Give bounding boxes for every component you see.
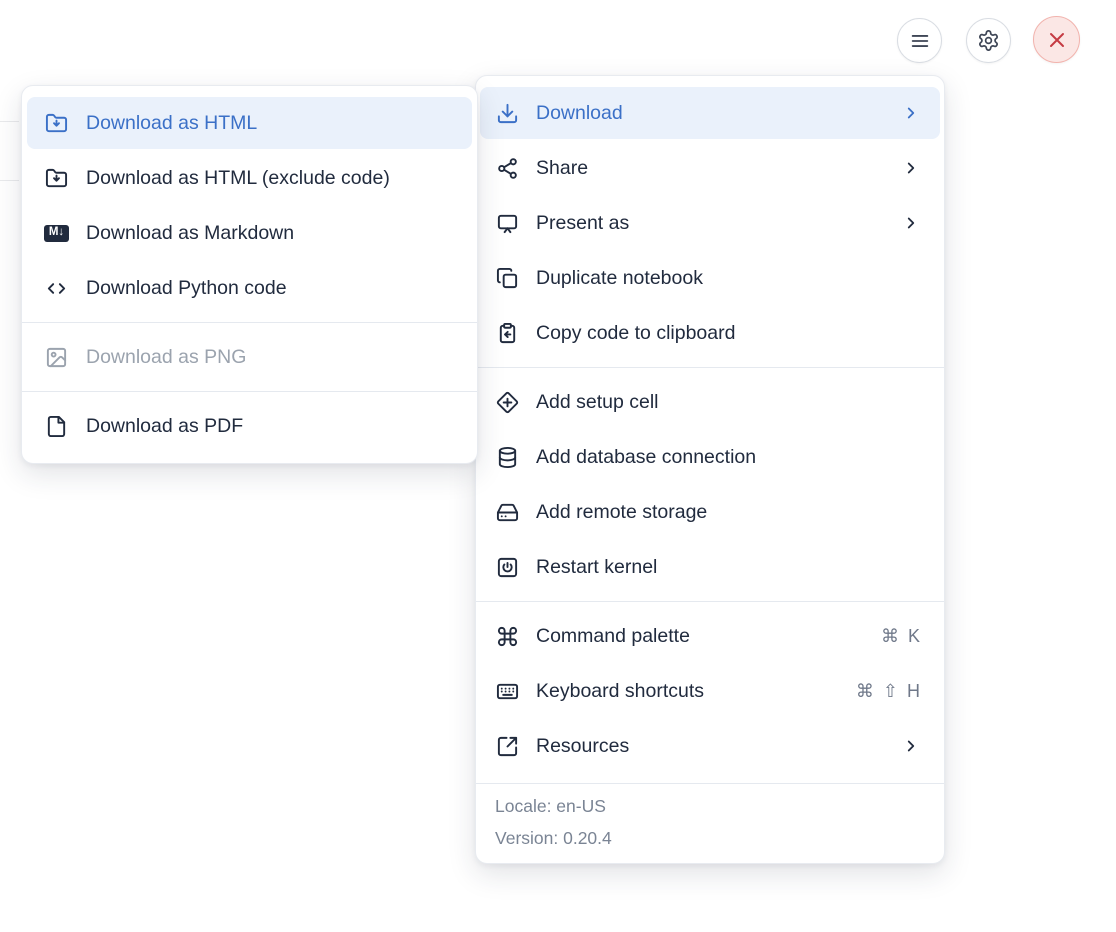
menu-item-label: Copy code to clipboard [536,322,920,345]
menu-item-label: Download as Markdown [86,222,454,245]
close-button[interactable] [1033,16,1080,63]
chevron-right-icon [902,214,920,232]
copy-icon [496,267,519,290]
chevron-right-icon [902,104,920,122]
clipboard-copy-icon [496,322,519,345]
menu-item-label: Download as HTML [86,112,454,135]
menu-item-keyboard-shortcuts[interactable]: Keyboard shortcuts ⌘ ⇧ H [480,665,940,717]
shortcut-key: ⌘ [881,626,899,647]
file-icon [45,415,68,438]
database-icon [496,446,519,469]
menu-item-download-as-png: Download as PNG [27,331,472,383]
settings-button[interactable] [966,18,1011,63]
menu-item-download-python-code[interactable]: Download Python code [27,262,472,314]
hard-drive-icon [496,501,519,524]
page: { "colors": { "accent": "#3B70C7", "acce… [0,0,1116,932]
menu-item-download-as-pdf[interactable]: Download as PDF [27,400,472,452]
menu-item-share[interactable]: Share [480,142,940,194]
version-text: Version: 0.20.4 [495,828,925,849]
code-icon [45,277,68,300]
menu-item-label: Download as HTML (exclude code) [86,167,454,190]
markdown-badge-icon: M↓ [45,222,68,245]
menu-item-label: Restart kernel [536,556,920,579]
menu-item-label: Download as PDF [86,415,454,438]
menu-item-command-palette[interactable]: Command palette⌘K [480,610,940,662]
menu-item-label: Present as [536,212,885,235]
menu-item-label: Download as PNG [86,346,454,369]
menu-separator [22,391,477,392]
keyboard-icon [496,680,519,703]
image-icon [45,346,68,369]
menu-item-label: Add setup cell [536,391,920,414]
menu-item-label: Add remote storage [536,501,920,524]
square-power-icon [496,556,519,579]
x-icon [1045,28,1069,52]
shortcut-key: ⇧ [883,681,898,702]
command-icon [496,625,519,648]
menu-item-add-database-connection[interactable]: Add database connection [480,431,940,483]
menu-item-label: Download Python code [86,277,454,300]
menu-button[interactable] [897,18,942,63]
hamburger-icon [909,30,931,52]
menu-footer: Locale: en-US Version: 0.20.4 [476,783,944,863]
menu-separator [476,367,944,368]
menu-item-resources[interactable]: Resources [480,720,940,772]
menu-item-add-setup-cell[interactable]: Add setup cell [480,376,940,428]
folder-down-icon [45,167,68,190]
locale-text: Locale: en-US [495,796,925,817]
chevron-right-icon [902,159,920,177]
menu-item-duplicate-notebook[interactable]: Duplicate notebook [480,252,940,304]
shortcut-keys: ⌘K [881,626,920,647]
menu-item-label: Command palette [536,625,864,648]
menu-item-copy-code-to-clipboard[interactable]: Copy code to clipboard [480,307,940,359]
shortcut-key: K [908,626,920,647]
share-icon [496,157,519,180]
shortcut-key: H [907,681,920,702]
diamond-plus-icon [496,391,519,414]
chevron-right-icon [902,737,920,755]
menu-item-label: Add database connection [536,446,920,469]
menu-item-download-as-html[interactable]: Download as HTML [27,97,472,149]
menu-item-present-as[interactable]: Present as [480,197,940,249]
download-submenu: Download as HTML Download as HTML (exclud… [21,85,478,464]
underlying-divider [0,180,19,181]
download-icon [496,102,519,125]
folder-down-icon [45,112,68,135]
external-link-icon [496,735,519,758]
main-menu-items: Download Share Present as Duplicate noteboo… [476,76,944,783]
menu-item-label: Duplicate notebook [536,267,920,290]
menu-item-label: Resources [536,735,885,758]
gear-icon [977,29,1000,52]
menu-item-restart-kernel[interactable]: Restart kernel [480,541,940,593]
presentation-icon [496,212,519,235]
menu-separator [22,322,477,323]
shortcut-keys: ⌘ ⇧ H [856,681,920,702]
main-menu: Download Share Present as Duplicate noteboo… [475,75,945,864]
menu-item-label: Download [536,102,885,125]
menu-item-label: Keyboard shortcuts [536,680,839,703]
menu-item-add-remote-storage[interactable]: Add remote storage [480,486,940,538]
menu-item-download[interactable]: Download [480,87,940,139]
menu-separator [476,601,944,602]
shortcut-key: ⌘ [856,681,874,702]
underlying-divider [0,121,19,122]
menu-item-download-as-html-exclude-code[interactable]: Download as HTML (exclude code) [27,152,472,204]
menu-item-label: Share [536,157,885,180]
menu-item-download-as-markdown[interactable]: M↓ Download as Markdown [27,207,472,259]
